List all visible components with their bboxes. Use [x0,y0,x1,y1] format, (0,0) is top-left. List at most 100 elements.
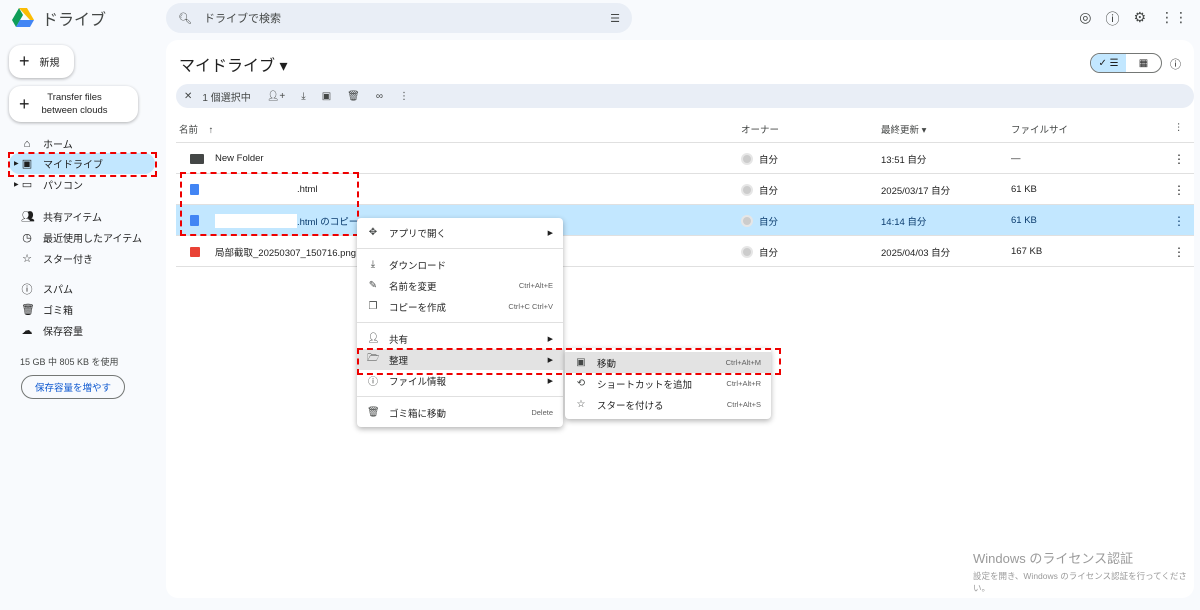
menu-item-share[interactable]: 👤︎ 共有 ▶ [357,328,563,349]
computer-icon: ▭ [21,179,33,191]
owner: 自分 [741,205,778,236]
storage-usage: 15 GB 中 805 KB を使用 [20,357,119,367]
apps-grid-icon[interactable]: ⋮⋮ [1160,9,1188,29]
modified: 14:14 自分 [881,216,927,228]
sidebar-item-starred[interactable]: ☆ スター付き [9,248,155,269]
nav-label: 保存容量 [43,327,83,338]
trash-icon: 🗑︎ [367,407,380,418]
star-icon: ☆ [22,253,32,265]
sidebar-item-computers[interactable]: ▶ ▭ パソコン [9,174,155,195]
file-row[interactable]: 局部截取_20250307_150716.png 自分 2025/04/03 自… [176,236,1194,267]
sidebar-item-recent[interactable]: ◷ 最近使用したアイテム [9,227,155,248]
menu-item-open-with[interactable]: ✥ アプリで開く ▶ [357,222,563,243]
menu-item-add-shortcut[interactable]: ⟲ ショートカットを追加 Ctrl+Alt+R [565,373,771,394]
trash-icon[interactable]: 🗑︎ [347,91,360,102]
modified: 13:51 自分 [881,154,927,166]
menu-item-trash[interactable]: 🗑︎ ゴミ箱に移動 Delete [357,402,563,423]
download-icon[interactable]: ⤓ [301,91,305,102]
avatar [741,214,753,227]
share-icon: 👤︎ [367,333,380,344]
view-toggle[interactable]: ✓ ☰ ▦ [1090,53,1162,73]
sidebar-item-shared[interactable]: 👥︎ 共有アイテム [9,206,155,227]
modified: 2025/03/17 自分 [881,185,951,197]
expand-icon[interactable]: ▶ [14,181,19,188]
people-icon: 👥︎ [21,211,35,223]
avatar [741,183,753,196]
download-icon: ⤓ [370,259,376,270]
close-icon[interactable]: ✕ [184,91,192,102]
nav-label: スパム [43,285,73,296]
sidebar-item-trash[interactable]: 🗑︎ ゴミ箱 [9,299,155,320]
share-icon[interactable]: 👤︎+ [267,91,286,102]
sort-arrow-icon[interactable]: ↑ [209,125,214,136]
offline-status-icon[interactable]: ◎ [1079,9,1091,29]
page-title[interactable]: マイドライブ ▾ [179,52,287,76]
search-input[interactable]: ドライブで検索 [204,10,281,26]
nav-label: スター付き [43,255,93,266]
list-view-icon[interactable]: ✓ ☰ [1091,54,1126,72]
home-icon: ⌂ [23,137,31,150]
menu-item-rename[interactable]: ✎ 名前を変更 Ctrl+Alt+E [357,275,563,296]
help-icon[interactable]: ⓘ [1105,9,1119,29]
search-icon[interactable]: 🔍︎ [178,12,192,25]
menu-item-add-star[interactable]: ☆ スターを付ける Ctrl+Alt+S [565,394,771,415]
sidebar-item-storage[interactable]: ☁ 保存容量 [9,320,155,341]
more-options-icon[interactable]: ⋮ [1173,143,1185,174]
star-icon: ☆ [576,399,586,410]
filter-icon[interactable]: ☰ [610,12,620,25]
search-bar[interactable]: 🔍︎ ドライブで検索 ☰ [166,3,632,33]
file-name: New Folder [215,153,264,164]
file-size: 167 KB [1011,246,1043,257]
more-options-icon[interactable]: ⋮ [1173,236,1185,267]
new-button[interactable]: + 新規 [9,45,74,78]
owner: 自分 [741,174,778,205]
file-size: 61 KB [1011,184,1037,195]
get-more-storage-button[interactable]: 保存容量を増やす [21,375,125,399]
nav-label: 最近使用したアイテム [43,234,142,245]
owner: 自分 [741,143,778,174]
windows-activation-watermark: Windows のライセンス認証 設定を開き、Windows のライセンス認証を… [973,551,1187,593]
file-size: — [1011,153,1021,164]
plus-icon: + [19,93,30,114]
link-icon[interactable]: ∞ [376,91,383,102]
drive-logo[interactable]: ドライブ [12,6,106,30]
more-options-icon[interactable]: ⋮ [1173,205,1185,236]
nav-label: ホーム [43,140,73,151]
column-name[interactable]: 名前 ↑ [179,122,213,136]
info-icon[interactable]: ⓘ [1170,56,1181,72]
file-name: 局部截取_20250307_150716.png [215,247,357,259]
transfer-label: Transfer files [47,92,102,103]
spam-icon: ⓘ [21,283,33,296]
file-row[interactable]: New Folder 自分 13:51 自分 — ⋮ [176,143,1194,174]
highlight-box [180,172,359,236]
sidebar-item-home[interactable]: ⌂ ホーム [9,133,155,154]
add-shortcut-icon: ⟲ [576,378,586,389]
plus-icon: + [19,51,30,71]
settings-icon[interactable]: ⚙ [1133,9,1146,29]
column-owner[interactable]: オーナー [741,122,779,136]
app-title: ドライブ [42,12,107,29]
more-options-icon[interactable]: ⋮ [1173,174,1185,205]
clock-icon: ◷ [22,232,32,244]
more-icon[interactable]: ⋮ [399,91,409,102]
trash-icon: 🗑︎ [21,304,35,316]
grid-view-icon[interactable]: ▦ [1126,54,1161,72]
transfer-files-button[interactable]: + Transfer files between clouds [9,86,138,122]
file-type-icon [190,143,204,174]
context-menu: ✥ アプリで開く ▶ ⤓ ダウンロード ✎ 名前を変更 Ctrl+Alt+E ❐ コピーを作… [357,218,563,427]
open-with-icon: ✥ [368,227,378,238]
column-size[interactable]: ファイルサイ [1011,122,1068,136]
sidebar-item-spam[interactable]: ⓘ スパム [9,278,155,299]
move-icon[interactable]: ▣ [322,91,331,102]
column-modified[interactable]: 最終更新 ▾ [881,122,926,136]
menu-item-download[interactable]: ⤓ ダウンロード [357,254,563,275]
nav-label: パソコン [43,181,83,192]
copy-icon: ❐ [368,301,378,312]
column-options-icon[interactable]: ⋮ [1174,122,1184,133]
menu-item-make-copy[interactable]: ❐ コピーを作成 Ctrl+C Ctrl+V [357,296,563,317]
submenu-arrow-icon: ▶ [547,229,553,237]
owner: 自分 [741,236,778,267]
avatar [741,245,753,258]
avatar [741,152,753,165]
submenu-arrow-icon: ▶ [547,377,553,385]
